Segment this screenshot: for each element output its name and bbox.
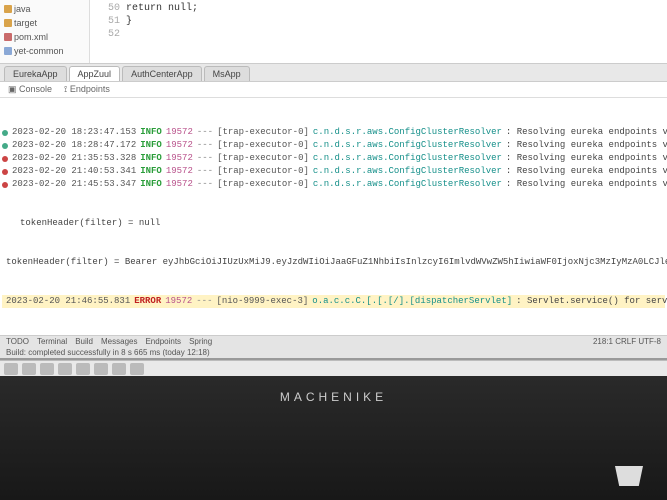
- taskbar-app[interactable]: [58, 363, 72, 375]
- status-bar: TODO Terminal Build Messages Endpoints S…: [0, 335, 667, 347]
- build-message-bar: Build: completed successfully in 8 s 665…: [0, 347, 667, 358]
- console-output[interactable]: 2023-02-20 18:23:47.153 INFO 19572 --- […: [0, 98, 667, 335]
- subtab-console[interactable]: ▣ Console: [8, 84, 52, 95]
- log-gutter-icon: [2, 165, 8, 178]
- taskbar-app[interactable]: [22, 363, 36, 375]
- code-body[interactable]: return null; }: [126, 2, 198, 61]
- log-line: 2023-02-20 18:28:47.172 INFO 19572 --- […: [2, 139, 665, 152]
- console-subtabs: ▣ Console ⟟ Endpoints: [0, 82, 667, 98]
- tab-appzuul[interactable]: AppZuul: [69, 66, 121, 81]
- log-line: 2023-02-20 21:45:53.347 INFO 19572 --- […: [2, 178, 665, 191]
- log-line: 2023-02-20 21:40:53.341 INFO 19572 --- […: [2, 165, 665, 178]
- line-gutter: 50 51 52: [98, 2, 126, 61]
- top-area: java target pom.xml yet-common 50 51 52 …: [0, 0, 667, 64]
- error-log-line: 2023-02-20 21:46:55.831 ERROR 19572 --- …: [2, 295, 665, 308]
- status-tab-terminal[interactable]: Terminal: [37, 337, 67, 346]
- start-button[interactable]: [4, 363, 18, 375]
- run-config-tabs: EurekaApp AppZuul AuthCenterApp MsApp: [0, 64, 667, 82]
- os-taskbar[interactable]: [0, 360, 667, 376]
- log-line: 2023-02-20 18:23:47.153 INFO 19572 --- […: [2, 126, 665, 139]
- taskbar-app[interactable]: [130, 363, 144, 375]
- taskbar-app[interactable]: [40, 363, 54, 375]
- tree-label: java: [14, 2, 31, 16]
- log-gutter-icon: [2, 152, 8, 165]
- build-message: Build: completed successfully in 8 s 665…: [6, 348, 210, 357]
- laptop-bezel: MACHENIKE: [0, 376, 667, 500]
- tree-label: pom.xml: [14, 30, 48, 44]
- folder-icon: [4, 5, 12, 13]
- project-tree[interactable]: java target pom.xml yet-common: [0, 0, 90, 63]
- tab-eureka[interactable]: EurekaApp: [4, 66, 67, 81]
- taskbar-app[interactable]: [76, 363, 90, 375]
- folder-icon: [4, 19, 12, 27]
- log-gutter-icon: [2, 139, 8, 152]
- laptop-badge-icon: [615, 466, 643, 486]
- tab-msapp[interactable]: MsApp: [204, 66, 250, 81]
- log-gutter-icon: [2, 126, 8, 139]
- log-line: 2023-02-20 21:35:53.328 INFO 19572 --- […: [2, 152, 665, 165]
- laptop-brand: MACHENIKE: [280, 390, 387, 404]
- status-right: 218:1 CRLF UTF-8: [593, 337, 661, 346]
- status-tab-build[interactable]: Build: [75, 337, 93, 346]
- taskbar-app[interactable]: [112, 363, 126, 375]
- status-tab-messages[interactable]: Messages: [101, 337, 137, 346]
- tree-label: target: [14, 16, 37, 30]
- tree-item-java[interactable]: java: [4, 2, 85, 16]
- tree-item-common[interactable]: yet-common: [4, 44, 85, 58]
- status-tab-todo[interactable]: TODO: [6, 337, 29, 346]
- token-header-line: tokenHeader(filter) = null: [20, 217, 160, 230]
- subtab-endpoints[interactable]: ⟟ Endpoints: [64, 84, 110, 95]
- tab-authcenter[interactable]: AuthCenterApp: [122, 66, 202, 81]
- module-icon: [4, 47, 12, 55]
- token-bearer-line: tokenHeader(filter) = Bearer eyJhbGciOiJ…: [6, 256, 667, 269]
- maven-icon: [4, 33, 12, 41]
- code-editor[interactable]: 50 51 52 return null; }: [90, 0, 667, 63]
- tree-item-target[interactable]: target: [4, 16, 85, 30]
- tree-label: yet-common: [14, 44, 64, 58]
- log-gutter-icon: [2, 178, 8, 191]
- status-tab-endpoints[interactable]: Endpoints: [145, 337, 181, 346]
- status-tab-spring[interactable]: Spring: [189, 337, 212, 346]
- taskbar-app[interactable]: [94, 363, 108, 375]
- tree-item-pom[interactable]: pom.xml: [4, 30, 85, 44]
